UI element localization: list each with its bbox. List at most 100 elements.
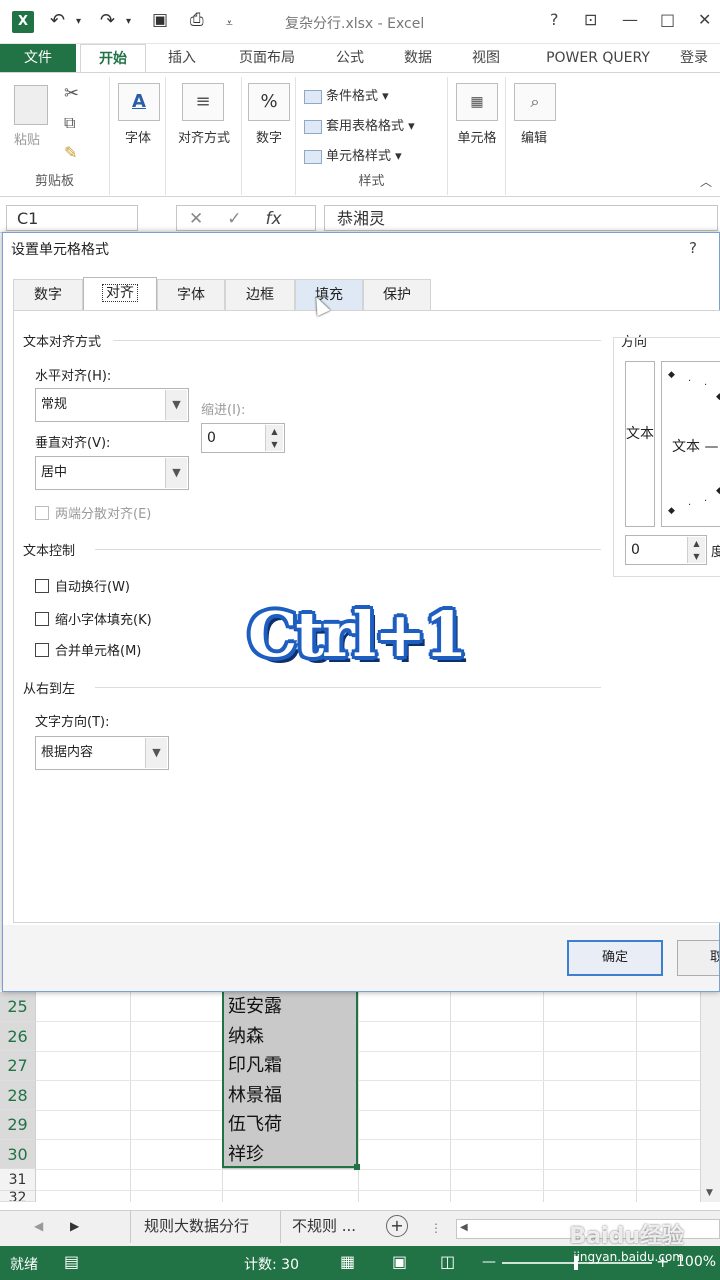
row-header-32[interactable]: 32: [0, 1191, 36, 1202]
vertical-scrollbar[interactable]: ▼: [700, 992, 720, 1202]
horizontal-align-select[interactable]: 常规 ▼: [35, 388, 189, 422]
next-sheet-icon[interactable]: ▶: [70, 1219, 79, 1233]
row-header-29[interactable]: 29: [0, 1110, 36, 1140]
format-painter-icon[interactable]: ✎: [64, 143, 77, 162]
page-layout-view-icon[interactable]: ▣: [392, 1252, 407, 1271]
name-box[interactable]: C1: [6, 205, 138, 231]
row-divider: [36, 1168, 700, 1170]
tab-file[interactable]: 文件: [0, 44, 76, 72]
text-direction-select[interactable]: 根据内容 ▼: [35, 736, 169, 770]
tab-insert[interactable]: 插入: [152, 44, 212, 72]
help-icon[interactable]: ?: [550, 10, 559, 29]
tab-data[interactable]: 数据: [388, 44, 448, 72]
chevron-down-icon[interactable]: ▼: [165, 458, 187, 488]
cells-icon[interactable]: ▦: [456, 83, 498, 121]
section-divider: [95, 549, 601, 550]
tab-home[interactable]: 开始: [80, 44, 146, 72]
close-icon[interactable]: ✕: [698, 10, 711, 29]
merge-cells-checkbox[interactable]: 合并单元格(M): [35, 640, 141, 659]
maximize-icon[interactable]: □: [660, 10, 675, 29]
font-icon[interactable]: A: [118, 83, 160, 121]
font-label[interactable]: 字体: [114, 127, 162, 146]
vertical-align-value: 居中: [41, 465, 68, 480]
enter-formula-icon[interactable]: ✓: [227, 209, 241, 229]
format-as-table-button[interactable]: 套用表格格式 ▾: [304, 115, 415, 134]
paste-icon[interactable]: [14, 85, 48, 125]
tab-number[interactable]: 数字: [13, 279, 83, 310]
formula-input[interactable]: 恭湘灵: [324, 205, 718, 231]
cancel-button[interactable]: 取消: [677, 940, 719, 976]
row-header-30[interactable]: 30: [0, 1139, 36, 1169]
tab-page-layout[interactable]: 页面布局: [222, 44, 312, 72]
add-sheet-button[interactable]: +: [386, 1215, 408, 1237]
cancel-formula-icon[interactable]: ✕: [189, 209, 203, 229]
tab-font[interactable]: 字体: [157, 279, 225, 310]
minimize-icon[interactable]: —: [622, 10, 638, 29]
row-header-26[interactable]: 26: [0, 1021, 36, 1051]
print-preview-icon[interactable]: ⎙: [190, 10, 204, 30]
collapse-ribbon-icon[interactable]: ︿: [700, 173, 712, 190]
tab-protection[interactable]: 保护: [363, 279, 431, 310]
insert-function-icon[interactable]: fx: [266, 209, 282, 229]
spin-up-icon[interactable]: ▲: [266, 425, 283, 438]
paste-label[interactable]: 粘贴: [14, 129, 40, 148]
macro-record-icon[interactable]: ▤: [64, 1252, 79, 1271]
tab-fill[interactable]: 填充: [295, 279, 363, 310]
vertical-align-select[interactable]: 居中 ▼: [35, 456, 189, 490]
dial-dot: ·: [688, 376, 692, 387]
row-header-27[interactable]: 27: [0, 1051, 36, 1081]
prev-sheet-icon[interactable]: ◀: [34, 1219, 43, 1233]
orientation-dial[interactable]: ◆ · · ◆ 文本 — ◆ ◆ · ·: [661, 361, 720, 527]
shrink-to-fit-checkbox[interactable]: 缩小字体填充(K): [35, 609, 152, 628]
redo-dropdown-icon[interactable]: ▾: [126, 16, 131, 27]
row-header-31[interactable]: 31: [0, 1169, 36, 1191]
find-icon[interactable]: ⌕: [514, 83, 556, 121]
tab-formulas[interactable]: 公式: [320, 44, 380, 72]
vertical-text-button[interactable]: 文本: [625, 361, 655, 527]
scroll-down-icon[interactable]: ▼: [706, 1188, 713, 1198]
editing-label[interactable]: 编辑: [508, 127, 560, 146]
spin-down-icon[interactable]: ▼: [266, 438, 283, 451]
redo-icon[interactable]: ↷: [100, 10, 115, 31]
spin-up-icon[interactable]: ▲: [688, 537, 705, 550]
spin-down-icon[interactable]: ▼: [688, 550, 705, 563]
alignment-label[interactable]: 对齐方式: [168, 127, 240, 146]
chevron-down-icon[interactable]: ▼: [145, 738, 167, 768]
ok-button[interactable]: 确定: [567, 940, 663, 976]
copy-icon[interactable]: ⧉: [64, 113, 75, 133]
scroll-left-icon[interactable]: ◀: [460, 1222, 468, 1233]
percent-icon[interactable]: %: [248, 83, 290, 121]
chevron-down-icon[interactable]: ▼: [165, 390, 187, 420]
customize-qat-icon[interactable]: ⩡: [226, 16, 233, 31]
sheet-tab-irregular[interactable]: 不规则 ...: [292, 1215, 356, 1236]
sign-in-link[interactable]: 登录: [680, 44, 720, 72]
normal-view-icon[interactable]: ▦: [340, 1252, 355, 1271]
degrees-spinner[interactable]: 0 ▲ ▼: [625, 535, 707, 565]
page-break-view-icon[interactable]: ◫: [440, 1252, 455, 1271]
undo-dropdown-icon[interactable]: ▾: [76, 16, 81, 27]
tab-power-query[interactable]: POWER QUERY: [530, 44, 666, 72]
dialog-help-icon[interactable]: ?: [689, 239, 697, 257]
checkbox-icon: [35, 643, 49, 657]
undo-icon[interactable]: ↶: [50, 10, 65, 31]
row-header-25[interactable]: 25: [0, 992, 36, 1022]
tab-alignment[interactable]: 对齐: [83, 277, 157, 310]
fill-handle[interactable]: [354, 1164, 360, 1170]
column-divider: [450, 992, 451, 1202]
number-label[interactable]: 数字: [244, 127, 294, 146]
cells-label[interactable]: 单元格: [450, 127, 504, 146]
tab-view[interactable]: 视图: [456, 44, 516, 72]
alignment-icon[interactable]: ≡: [182, 83, 224, 121]
zoom-out-icon[interactable]: —: [482, 1254, 496, 1270]
cell-styles-button[interactable]: 单元格样式 ▾: [304, 145, 402, 164]
tab-border[interactable]: 边框: [225, 279, 295, 310]
sheet-tab-regular[interactable]: 规则大数据分行: [144, 1215, 249, 1236]
tab-scroll-options-icon[interactable]: ⋮: [430, 1221, 442, 1235]
restore-ribbon-icon[interactable]: ⊡: [584, 10, 597, 29]
wrap-text-checkbox[interactable]: 自动换行(W): [35, 576, 130, 595]
conditional-format-button[interactable]: 条件格式 ▾: [304, 85, 389, 104]
row-header-28[interactable]: 28: [0, 1080, 36, 1110]
save-icon[interactable]: ▣: [152, 10, 168, 30]
indent-spinner[interactable]: 0 ▲ ▼: [201, 423, 285, 453]
cut-icon[interactable]: ✂: [64, 83, 79, 104]
